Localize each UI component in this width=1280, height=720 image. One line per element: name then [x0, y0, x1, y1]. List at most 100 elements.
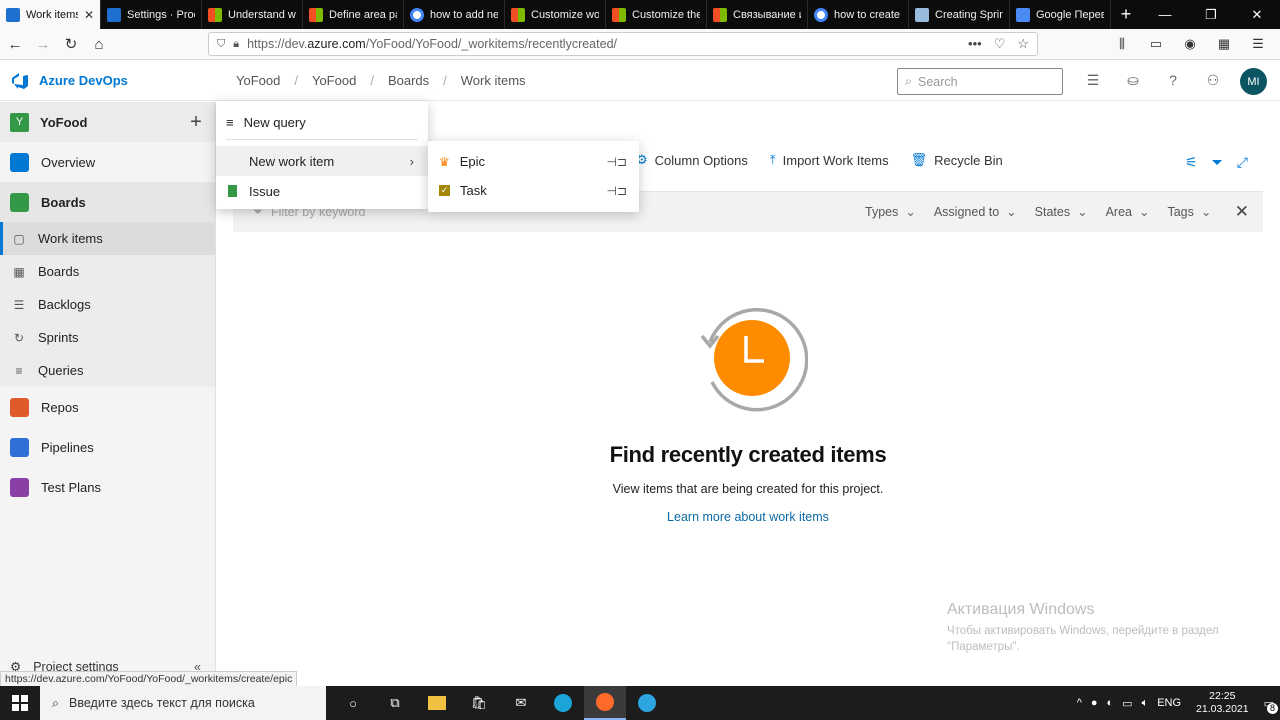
browser-tab[interactable]: Customize wo	[505, 0, 606, 29]
breadcrumb-organization[interactable]: YoFood	[236, 73, 280, 88]
microsoft-favicon-icon	[511, 7, 525, 22]
browser-tab[interactable]: how to create	[808, 0, 909, 29]
tray-app-icon[interactable]: ◐	[1107, 697, 1114, 709]
sidebar-item-test-plans[interactable]: Test Plans	[0, 467, 215, 507]
browser-tab[interactable]: Google Перев	[1010, 0, 1111, 29]
filter-tags-dropdown[interactable]: Tags ⌄	[1167, 204, 1211, 219]
task-view-icon[interactable]: ⧉	[374, 686, 416, 720]
filter-states-dropdown[interactable]: States ⌄	[1035, 204, 1088, 219]
sidebar-toggle-icon[interactable]: ▭	[1144, 32, 1168, 56]
new-work-item-menu-item[interactable]: New work item ›	[216, 146, 428, 176]
filter-area-dropdown[interactable]: Area ⌄	[1106, 204, 1150, 219]
notification-icon[interactable]: ▭8	[1264, 697, 1278, 714]
back-icon[interactable]: ←	[2, 31, 28, 57]
page-actions-icon[interactable]: •••	[968, 36, 982, 52]
firefox-icon[interactable]	[584, 686, 626, 720]
watermark-line: "Параметры".	[947, 641, 1020, 653]
breadcrumb-project[interactable]: YoFood	[312, 73, 356, 88]
restore-icon[interactable]: ❐	[1188, 0, 1234, 29]
cortana-icon[interactable]: ○	[332, 686, 374, 720]
menu-divider	[226, 139, 418, 140]
browser-tab[interactable]: Связывание и	[707, 0, 808, 29]
store-icon[interactable]: 🛍︎	[458, 686, 500, 720]
new-plus-button[interactable]: +	[177, 102, 215, 142]
issue-icon	[228, 185, 237, 197]
bookmark-star-icon[interactable]: ☆	[1017, 36, 1029, 52]
column-options-button[interactable]: ⚙ Column Options	[636, 152, 748, 168]
volume-icon[interactable]: 🔈︎	[1142, 697, 1149, 710]
battery-icon[interactable]: ▭	[1122, 697, 1132, 710]
avatar[interactable]: MI	[1240, 68, 1267, 95]
forward-icon[interactable]: →	[30, 31, 56, 57]
new-tab-button[interactable]: +	[1111, 0, 1141, 29]
pin-icon[interactable]: ⊣⊐	[606, 155, 627, 169]
search-input[interactable]: ⌕ Search	[897, 68, 1063, 95]
marketplace-bag-icon[interactable]: ⛀	[1122, 69, 1144, 91]
edge-icon[interactable]	[542, 686, 584, 720]
address-bar[interactable]: ⛉ 🔒︎ https://dev.azure.com/YoFood/YoFood…	[208, 32, 1038, 56]
task-menu-item[interactable]: ✓ Task ⊣⊐	[428, 176, 639, 205]
start-button[interactable]	[0, 686, 40, 720]
browser-tab[interactable]: Creating Sprin	[909, 0, 1010, 29]
view-options-icon[interactable]: ⚟	[1185, 154, 1198, 171]
file-explorer-icon[interactable]	[416, 686, 458, 720]
sidebar-item-pipelines[interactable]: Pipelines	[0, 427, 215, 467]
epic-menu-item[interactable]: ♛ Epic ⊣⊐	[428, 147, 639, 176]
browser-tab[interactable]: Define area pa	[303, 0, 404, 29]
brand[interactable]: Azure DevOps	[10, 71, 220, 91]
lock-icon[interactable]: 🔒︎	[233, 38, 239, 51]
tray-app-icon[interactable]: ●	[1091, 697, 1098, 709]
sidebar-subitem-work-items[interactable]: ▢ Work items	[0, 222, 215, 255]
windows-logo-icon	[12, 695, 28, 711]
learn-more-link[interactable]: Learn more about work items	[216, 510, 1280, 524]
sidebar-item-boards[interactable]: Boards	[0, 182, 215, 222]
issue-menu-item[interactable]: Issue	[216, 176, 428, 206]
sidebar-subitem-sprints[interactable]: ↻ Sprints	[0, 321, 215, 354]
fullscreen-icon[interactable]: ⤢	[1237, 154, 1248, 171]
breadcrumb-boards[interactable]: Boards	[388, 73, 429, 88]
clock[interactable]: 22:25 21.03.2021	[1196, 690, 1249, 716]
browser-tab-work-items[interactable]: Work items ✕	[0, 0, 101, 29]
filter-icon[interactable]: ⏷	[1212, 154, 1223, 171]
browser-tab[interactable]: Settings · Proc	[101, 0, 202, 29]
sidebar-item-label: Boards	[41, 194, 86, 210]
breadcrumb-work-items[interactable]: Work items	[461, 73, 526, 88]
close-window-icon[interactable]: ✕	[1234, 0, 1280, 29]
extensions-icon[interactable]: ▦	[1212, 32, 1236, 56]
sidebar-subitem-boards[interactable]: ▦ Boards	[0, 255, 215, 288]
task-list-icon[interactable]: ☰	[1082, 69, 1104, 91]
recycle-bin-button[interactable]: 🗑︎ Recycle Bin	[911, 152, 1003, 168]
home-icon[interactable]: ⌂	[86, 31, 112, 57]
help-icon[interactable]: ?	[1162, 69, 1184, 91]
mail-icon[interactable]: ✉	[500, 686, 542, 720]
import-work-items-button[interactable]: ⤒ Import Work Items	[770, 152, 889, 168]
reload-icon[interactable]: ↻	[58, 31, 84, 57]
browser-tab[interactable]: how to add ne	[404, 0, 505, 29]
close-tab-icon[interactable]: ✕	[84, 8, 94, 22]
user-settings-icon[interactable]: ⚇	[1202, 69, 1224, 91]
minimize-icon[interactable]: —	[1142, 0, 1188, 29]
browser-tab[interactable]: Understand wh	[202, 0, 303, 29]
language-indicator[interactable]: ENG	[1157, 697, 1181, 709]
close-filter-icon[interactable]: ✕	[1235, 202, 1249, 222]
tray-expand-icon[interactable]: ^	[1077, 697, 1082, 709]
telegram-icon[interactable]	[626, 686, 668, 720]
browser-tab[interactable]: Customize the	[606, 0, 707, 29]
pocket-icon[interactable]: ♡	[994, 36, 1006, 52]
sidebar-subitem-queries[interactable]: ≡ Queries	[0, 354, 215, 387]
pin-icon[interactable]: ⊣⊐	[606, 184, 627, 198]
sidebar-item-label: Repos	[41, 399, 79, 415]
taskbar-search-input[interactable]: ⌕ Введите здесь текст для поиска	[40, 686, 326, 720]
sidebar-subitem-backlogs[interactable]: ☰ Backlogs	[0, 288, 215, 321]
sidebar-item-overview[interactable]: Overview	[0, 142, 215, 182]
account-icon[interactable]: ◉	[1178, 32, 1202, 56]
new-query-menu-item[interactable]: ≡ New query	[216, 107, 428, 137]
filter-types-dropdown[interactable]: Types ⌄	[865, 204, 916, 219]
shield-icon[interactable]: ⛉	[217, 38, 225, 51]
project-header[interactable]: Y YoFood +	[0, 102, 215, 142]
menu-icon[interactable]: ☰	[1246, 32, 1270, 56]
azure-devops-logo-icon	[12, 72, 28, 89]
filter-assigned-to-dropdown[interactable]: Assigned to ⌄	[934, 204, 1017, 219]
sidebar-item-repos[interactable]: Repos	[0, 387, 215, 427]
library-icon[interactable]: ⫼	[1110, 32, 1134, 56]
